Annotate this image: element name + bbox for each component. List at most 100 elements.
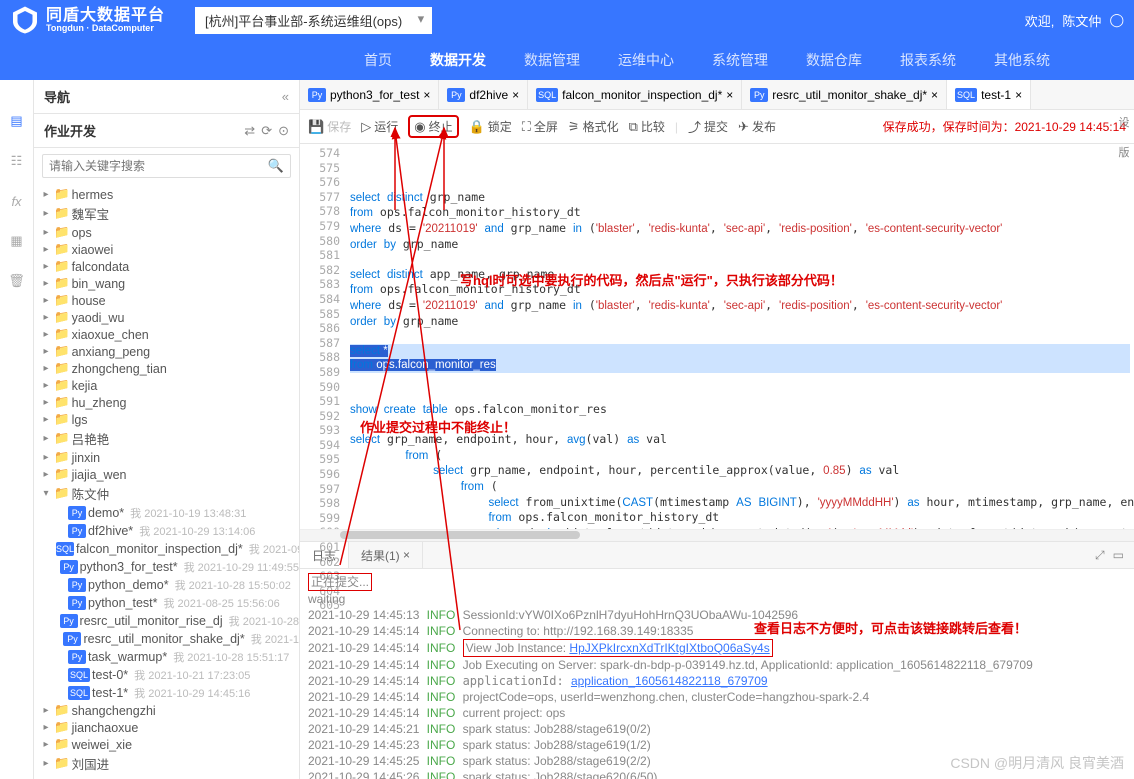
activity-bar: ▤ ☷ fx ▦ 🗑: [0, 80, 34, 779]
tab-test-1[interactable]: SQLtest-1×: [947, 80, 1031, 109]
stop-icon: ◉: [414, 119, 425, 135]
org-selector[interactable]: [杭州]平台事业部-系统运维组(ops): [195, 7, 432, 34]
folder-yaodi_wu[interactable]: ▸📁 yaodi_wu: [40, 309, 299, 326]
folder-陈文仲[interactable]: ▾📁 陈文仲: [40, 483, 299, 504]
file-resrc_util_monitor_rise_dj[interactable]: Py resrc_util_monitor_rise_dj我 2021-10-2…: [40, 612, 299, 630]
folder-shangchengzhi[interactable]: ▸📁 shangchengzhi: [40, 702, 299, 719]
folder-ops[interactable]: ▸📁 ops: [40, 224, 299, 241]
save-status: 保存成功，保存时间为：2021-10-29 14:45:14: [883, 118, 1126, 135]
line-gutter: 574 575 576 577 578 579 580 581 582 583 …: [300, 144, 346, 529]
send-icon: ✈: [738, 119, 749, 135]
folder-xiaoxue_chen[interactable]: ▸📁 xiaoxue_chen: [40, 326, 299, 343]
log-link[interactable]: application_1605614822118_679709: [571, 674, 768, 688]
expand-icon[interactable]: ⤢: [1095, 548, 1105, 563]
file-demo*[interactable]: Py demo*我 2021-10-19 13:48:31: [40, 504, 299, 522]
tab-df2hive[interactable]: Pydf2hive×: [439, 80, 528, 109]
folder-吕艳艳[interactable]: ▸📁 吕艳艳: [40, 428, 299, 449]
watermark: CSDN @明月清风 良宵美酒: [950, 753, 1124, 773]
log-output[interactable]: 正在提交...waiting2021-10-29 14:45:13 INFO S…: [300, 569, 1134, 779]
folder-jinxin[interactable]: ▸📁 jinxin: [40, 449, 299, 466]
lock-icon: 🔒: [469, 119, 485, 135]
locate-icon[interactable]: ⊙: [278, 123, 289, 139]
folder-hu_zheng[interactable]: ▸📁 hu_zheng: [40, 394, 299, 411]
nav-item-4[interactable]: 系统管理: [708, 42, 772, 78]
code-editor[interactable]: 574 575 576 577 578 579 580 581 582 583 …: [300, 144, 1134, 529]
nav-item-1[interactable]: 数据开发: [426, 42, 490, 78]
folder-魏军宝[interactable]: ▸📁 魏军宝: [40, 203, 299, 224]
nav-item-7[interactable]: 其他系统: [990, 42, 1054, 78]
workspace: Pypython3_for_test×Pydf2hive×SQLfalcon_m…: [300, 80, 1134, 779]
search-input[interactable]: [49, 159, 268, 173]
submit-button[interactable]: ⤴提交: [688, 117, 728, 136]
folder-falcondata[interactable]: ▸📁 falcondata: [40, 258, 299, 275]
search-icon[interactable]: 🔍: [268, 158, 284, 174]
editor-hscroll[interactable]: [300, 529, 1134, 541]
right-rail: 设 版: [1114, 114, 1134, 544]
file-python_demo*[interactable]: Py python_demo*我 2021-10-28 15:50:02: [40, 576, 299, 594]
collapse-nav-icon[interactable]: «: [282, 89, 289, 104]
tab-python3_for_test[interactable]: Pypython3_for_test×: [300, 80, 439, 109]
folder-zhongcheng_tian[interactable]: ▸📁 zhongcheng_tian: [40, 360, 299, 377]
publish-button[interactable]: ✈发布: [738, 118, 776, 135]
file-python3_for_test*[interactable]: Py python3_for_test*我 2021-10-29 11:49:5…: [40, 558, 299, 576]
save-button[interactable]: 💾保存: [308, 118, 351, 135]
tree-search[interactable]: 🔍: [42, 154, 291, 178]
format-button[interactable]: ⚞格式化: [568, 118, 619, 135]
logo-title-cn: 同盾大数据平台: [46, 8, 165, 24]
folder-kejia[interactable]: ▸📁 kejia: [40, 377, 299, 394]
function-icon[interactable]: fx: [6, 190, 28, 212]
panel-title: 作业开发: [44, 121, 96, 140]
tab-resrc_util_monitor_shake_dj*[interactable]: Pyresrc_util_monitor_shake_dj*×: [742, 80, 947, 109]
user-avatar-icon[interactable]: ◯: [1109, 12, 1124, 28]
nav-item-6[interactable]: 报表系统: [896, 42, 960, 78]
minimize-icon[interactable]: ▭: [1113, 548, 1124, 563]
file-test-0*[interactable]: SQL test-0*我 2021-10-21 17:23:05: [40, 666, 299, 684]
file-df2hive*[interactable]: Py df2hive*我 2021-10-29 13:14:06: [40, 522, 299, 540]
file-falcon_monitor_inspection_dj*[interactable]: SQL falcon_monitor_inspection_dj*我 2021-…: [40, 540, 299, 558]
file-resrc_util_monitor_shake_dj*[interactable]: Py resrc_util_monitor_shake_dj*我 2021-1: [40, 630, 299, 648]
layers-icon[interactable]: ☷: [6, 150, 28, 172]
rail-item-2[interactable]: 版: [1119, 144, 1130, 160]
swap-icon[interactable]: ⇄: [244, 123, 255, 139]
folder-lgs[interactable]: ▸📁 lgs: [40, 411, 299, 428]
upload-icon: ⤴: [688, 117, 701, 136]
stop-button[interactable]: ◉终止: [408, 115, 458, 138]
run-button[interactable]: ▷运行: [361, 118, 398, 135]
folder-house[interactable]: ▸📁 house: [40, 292, 299, 309]
file-tree: ▸📁 hermes▸📁 魏军宝▸📁 ops▸📁 xiaowei▸📁 falcon…: [34, 184, 299, 779]
nav-item-3[interactable]: 运维中心: [614, 42, 678, 78]
folder-anxiang_peng[interactable]: ▸📁 anxiang_peng: [40, 343, 299, 360]
table-icon[interactable]: ▦: [6, 230, 28, 252]
fullscreen-button[interactable]: ⛶全屏: [522, 118, 558, 135]
lock-button[interactable]: 🔒锁定: [469, 118, 512, 135]
submitting-status: 正在提交...: [308, 573, 372, 591]
tab-falcon_monitor_inspection_dj*[interactable]: SQLfalcon_monitor_inspection_dj*×: [528, 80, 742, 109]
nav-item-0[interactable]: 首页: [360, 42, 396, 78]
file-test-1*[interactable]: SQL test-1*我 2021-10-29 14:45:16: [40, 684, 299, 702]
code-area[interactable]: select distinct grp_name from ops.falcon…: [346, 144, 1134, 529]
folder-jianchaoxue[interactable]: ▸📁 jianchaoxue: [40, 719, 299, 736]
folder-xiaowei[interactable]: ▸📁 xiaowei: [40, 241, 299, 258]
nav-heading: 导航: [44, 87, 70, 106]
file-python_test*[interactable]: Py python_test*我 2021-08-25 15:56:06: [40, 594, 299, 612]
compare-button[interactable]: ⧉比较: [629, 118, 665, 135]
code-view-icon[interactable]: ▤: [6, 110, 28, 132]
folder-jiajia_wen[interactable]: ▸📁 jiajia_wen: [40, 466, 299, 483]
nav-item-2[interactable]: 数据管理: [520, 42, 584, 78]
folder-weiwei_xie[interactable]: ▸📁 weiwei_xie: [40, 736, 299, 753]
main-nav: 首页数据开发数据管理运维中心系统管理数据仓库报表系统其他系统: [0, 40, 1134, 80]
result-tab[interactable]: 结果(1) ×: [349, 542, 423, 568]
refresh-icon[interactable]: ⟳: [261, 123, 272, 139]
folder-bin_wang[interactable]: ▸📁 bin_wang: [40, 275, 299, 292]
trash-icon[interactable]: 🗑: [6, 270, 28, 292]
folder-刘国进[interactable]: ▸📁 刘国进: [40, 753, 299, 774]
file-task_warmup*[interactable]: Py task_warmup*我 2021-10-28 15:51:17: [40, 648, 299, 666]
nav-item-5[interactable]: 数据仓库: [802, 42, 866, 78]
topbar: 同盾大数据平台 Tongdun · DataComputer [杭州]平台事业部…: [0, 0, 1134, 80]
folder-hermes[interactable]: ▸📁 hermes: [40, 186, 299, 203]
save-icon: 💾: [308, 119, 324, 135]
close-icon[interactable]: ×: [403, 548, 410, 562]
annotation-3: 查看日志不方便时，可点击该链接跳转后查看！: [754, 621, 1027, 637]
rail-item-1[interactable]: 设: [1119, 114, 1130, 130]
log-link[interactable]: HpJXPkIrcxnXdTrIKtgIXtboQ06aSy4s: [569, 641, 769, 655]
